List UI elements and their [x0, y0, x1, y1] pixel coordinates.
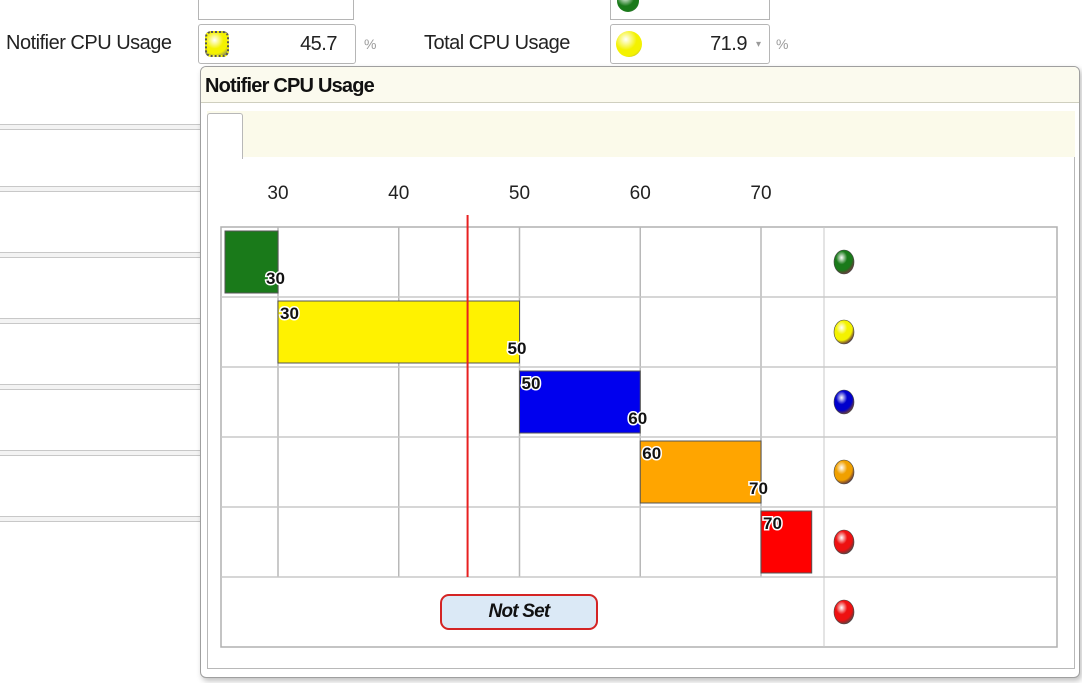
total-cpu-value: 71.9	[710, 33, 747, 55]
status-led-icon	[833, 529, 855, 555]
left-divider	[0, 450, 200, 456]
field-row: Notifier CPU Usage 45.7 % Total CPU Usag…	[0, 24, 1082, 70]
dropdown-arrow-icon[interactable]: ▾	[756, 39, 761, 50]
x-tick-label: 70	[750, 183, 771, 204]
band-start-label: 60	[642, 444, 661, 463]
x-tick-label: 60	[630, 183, 651, 204]
left-divider	[0, 252, 200, 258]
status-led-icon	[833, 319, 855, 345]
notifier-cpu-value: 45.7	[300, 33, 337, 55]
total-cpu-label: Total CPU Usage	[424, 32, 570, 54]
left-divider	[0, 186, 200, 192]
notifier-cpu-popup: Notifier CPU Usage 30 40 50 60 70 30 30 50 50 60 6…	[200, 66, 1080, 678]
band-end-label: 30	[266, 269, 285, 288]
status-led-icon	[833, 249, 855, 275]
threshold-band-bar	[277, 300, 520, 364]
band-start-label: 50	[522, 374, 541, 393]
threshold-chart: 30 40 50 60 70 30 30 50 50 60 60 70 70	[220, 183, 1058, 648]
notifier-cpu-label: Notifier CPU Usage	[6, 32, 172, 54]
not-set-led-icon	[833, 599, 855, 625]
total-status-led-icon	[616, 31, 642, 57]
band-start-label: 70	[763, 514, 782, 533]
notifier-cpu-value-box[interactable]: 45.7	[198, 24, 356, 64]
left-divider	[0, 384, 200, 390]
not-set-button[interactable]: Not Set	[440, 594, 598, 630]
notifier-status-led-icon[interactable]	[205, 31, 229, 57]
left-divider	[0, 516, 200, 522]
status-led-icon	[617, 0, 639, 12]
page: Notifier CPU Usage 45.7 % Total CPU Usag…	[0, 0, 1082, 683]
band-end-label: 60	[628, 409, 647, 428]
status-led-icon	[833, 459, 855, 485]
notifier-cpu-unit: %	[364, 36, 377, 52]
band-end-label: 50	[508, 339, 527, 358]
left-pane	[0, 0, 200, 683]
band-end-label: 70	[749, 479, 768, 498]
left-divider	[0, 124, 200, 130]
total-cpu-value-box[interactable]: 71.9 ▾	[610, 24, 770, 64]
x-tick-label: 30	[267, 183, 288, 204]
total-cpu-unit: %	[776, 36, 789, 52]
x-tick-label: 50	[509, 183, 530, 204]
left-divider	[0, 318, 200, 324]
prev-value-box-2[interactable]	[610, 0, 770, 20]
status-led-icon	[833, 389, 855, 415]
x-tick-label: 40	[388, 183, 409, 204]
band-start-label: 30	[280, 304, 299, 323]
prev-value-box[interactable]	[198, 0, 354, 20]
